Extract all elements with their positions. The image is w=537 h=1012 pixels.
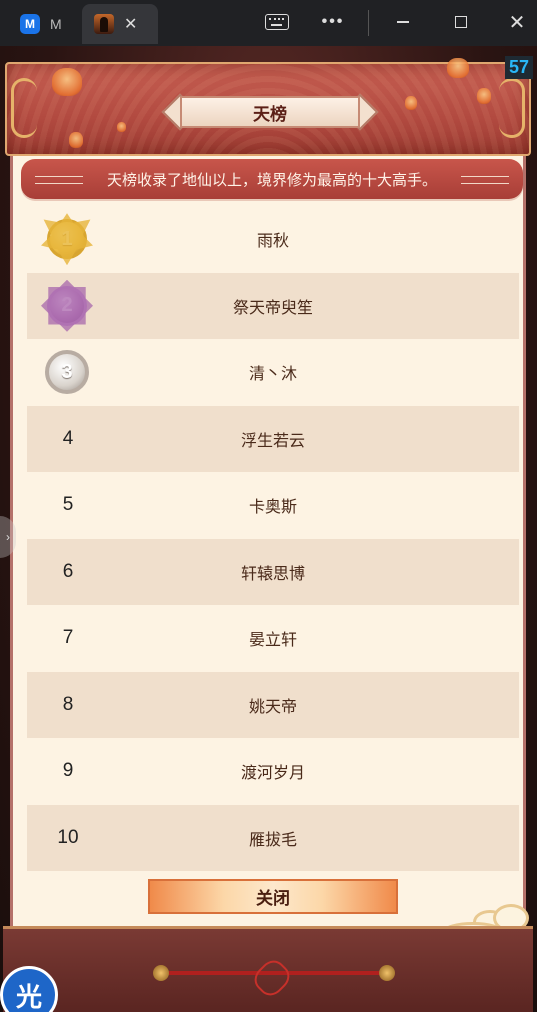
browser-titlebar: M M ✕ ••• ✕ (0, 0, 537, 46)
rank-number: 9 (62, 760, 74, 782)
rod-knob-left (153, 965, 169, 981)
game-viewport: 57 天榜 天榜收录了地仙以上，境界修为最高的十大高手。 1 雨秋 2 祭天帝臾… (0, 46, 537, 1012)
more-menu-button[interactable]: ••• (318, 8, 348, 36)
gold-medal-icon: 1 (41, 213, 93, 265)
player-name: 雨秋 (256, 233, 289, 251)
rank-number: 6 (62, 560, 74, 582)
divider (368, 10, 369, 36)
rod-knob-right (379, 965, 395, 981)
medal-number: 1 (47, 219, 87, 260)
rank-row-4[interactable]: 4 浮生若云 (27, 405, 519, 472)
rank-row-2[interactable]: 2 祭天帝臾笙 (27, 272, 519, 339)
lantern-icon (52, 68, 82, 96)
rank-list: 1 雨秋 2 祭天帝臾笙 3 清丶沐 4 浮生若云 5 卡奥斯 6 轩辕思博 7… (27, 206, 519, 871)
lantern-icon (69, 132, 83, 148)
tab-label: M (50, 16, 62, 32)
lantern-icon (447, 58, 469, 78)
page-title: 天榜 (253, 104, 287, 124)
tab-active[interactable]: ✕ (82, 4, 158, 44)
keyboard-button[interactable] (262, 8, 292, 36)
fps-counter: 57 (504, 56, 533, 79)
rank-row-7[interactable]: 7 晏立轩 (27, 605, 519, 672)
minimize-button[interactable] (388, 8, 418, 36)
red-knot-icon (249, 955, 295, 1001)
title-plate: 天榜 (160, 93, 380, 131)
tab-inactive[interactable]: M M (8, 4, 78, 44)
rank-row-5[interactable]: 5 卡奥斯 (27, 472, 519, 539)
medal-number: 2 (47, 285, 87, 326)
lantern-icon (405, 96, 417, 110)
rank-row-3[interactable]: 3 清丶沐 (27, 339, 519, 406)
rank-row-6[interactable]: 6 轩辕思博 (27, 538, 519, 605)
scroll-footer (3, 926, 533, 1012)
corner-ornament-left (11, 78, 37, 138)
rank-number: 5 (62, 494, 74, 516)
window-close-button[interactable]: ✕ (502, 8, 532, 36)
rank-row-9[interactable]: 9 渡河岁月 (27, 738, 519, 805)
corner-ornament-right (499, 78, 525, 138)
tab-close-icon[interactable]: ✕ (124, 14, 137, 34)
minimize-icon (397, 21, 409, 23)
banner-ornament-right (461, 176, 509, 184)
player-name: 祭天帝臾笙 (232, 299, 313, 317)
purple-medal-icon: 2 (41, 280, 93, 332)
game-favicon-icon (94, 14, 114, 34)
player-name: 清丶沐 (248, 366, 297, 384)
lantern-icon (477, 88, 491, 104)
ranking-panel: 天榜收录了地仙以上，境界修为最高的十大高手。 1 雨秋 2 祭天帝臾笙 3 清丶… (10, 156, 526, 926)
rank-number: 7 (62, 627, 74, 649)
description-banner: 天榜收录了地仙以上，境界修为最高的十大高手。 (21, 159, 523, 199)
rank-number: 4 (62, 427, 74, 449)
rank-row-10[interactable]: 10 雁拔毛 (27, 804, 519, 871)
silver-medal-icon: 3 (41, 346, 93, 398)
keyboard-icon (265, 14, 289, 30)
close-button[interactable]: 关闭 (148, 879, 398, 914)
rank-number: 10 (57, 826, 79, 848)
rank-number: 8 (62, 693, 74, 715)
rank-row-8[interactable]: 8 姚天帝 (27, 671, 519, 738)
rank-row-1[interactable]: 1 雨秋 (27, 206, 519, 273)
lantern-icon (117, 122, 126, 132)
banner-ornament-left (35, 176, 83, 184)
maximize-icon (455, 16, 467, 28)
maximize-button[interactable] (446, 8, 476, 36)
description-text: 天榜收录了地仙以上，境界修为最高的十大高手。 (106, 171, 437, 189)
medal-number: 3 (45, 350, 89, 395)
app-logo-icon: M (20, 14, 40, 34)
